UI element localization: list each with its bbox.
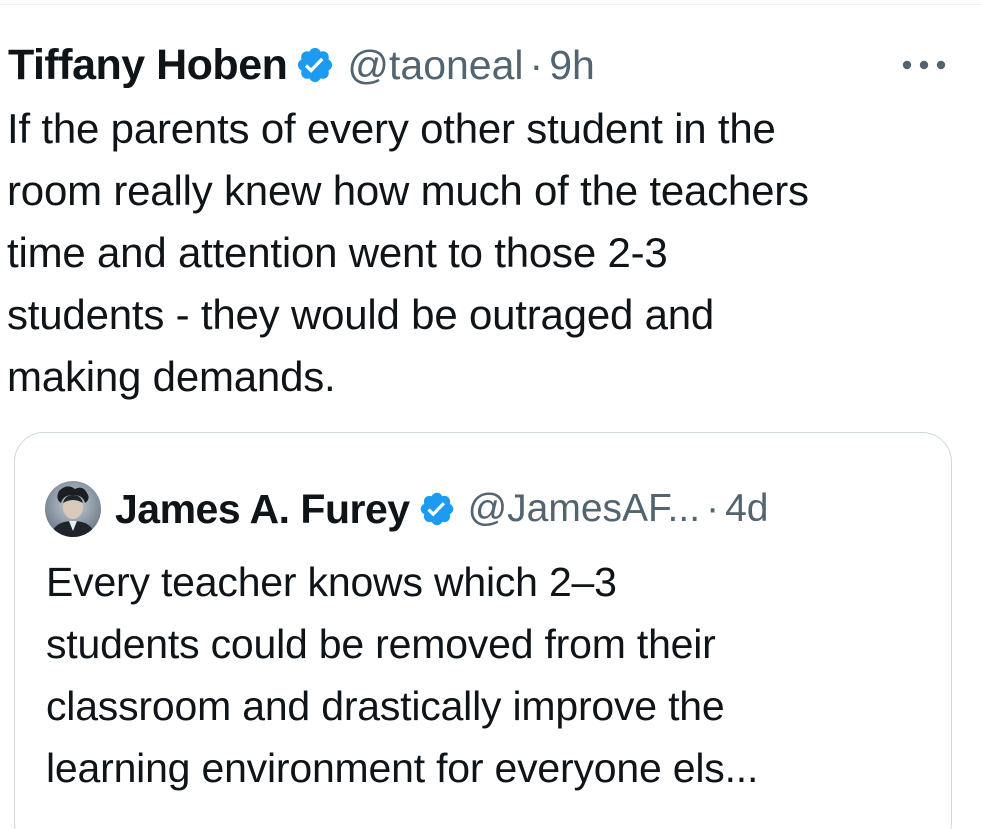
verified-badge-icon <box>418 490 456 528</box>
quoted-tweet-timestamp[interactable]: 4d <box>725 487 768 531</box>
quoted-tweet-header: James A. Furey @JamesAF... · 4d <box>45 481 768 537</box>
tweet-text: If the parents of every other student in… <box>7 105 809 400</box>
author-name[interactable]: Tiffany Hoben <box>8 41 288 90</box>
quoted-author-handle[interactable]: @JamesAF... <box>468 487 700 531</box>
tweet-timestamp[interactable]: 9h <box>549 42 595 89</box>
divider <box>0 4 981 5</box>
tweet-page: Tiffany Hoben @taoneal · 9h If the paren… <box>0 0 981 829</box>
tweet-header: Tiffany Hoben @taoneal · 9h <box>8 36 595 94</box>
more-horizontal-icon[interactable] <box>901 58 947 70</box>
separator-dot: · <box>706 487 720 530</box>
verified-badge-icon <box>295 45 335 85</box>
author-handle[interactable]: @taoneal <box>347 42 523 89</box>
quoted-tweet-text: Every teacher knows which 2–3 students c… <box>46 559 759 791</box>
separator-dot: · <box>529 41 544 88</box>
quoted-tweet-card[interactable]: James A. Furey @JamesAF... · 4d Every te… <box>14 432 952 829</box>
quoted-author-name[interactable]: James A. Furey <box>115 486 410 533</box>
avatar[interactable] <box>45 481 101 537</box>
